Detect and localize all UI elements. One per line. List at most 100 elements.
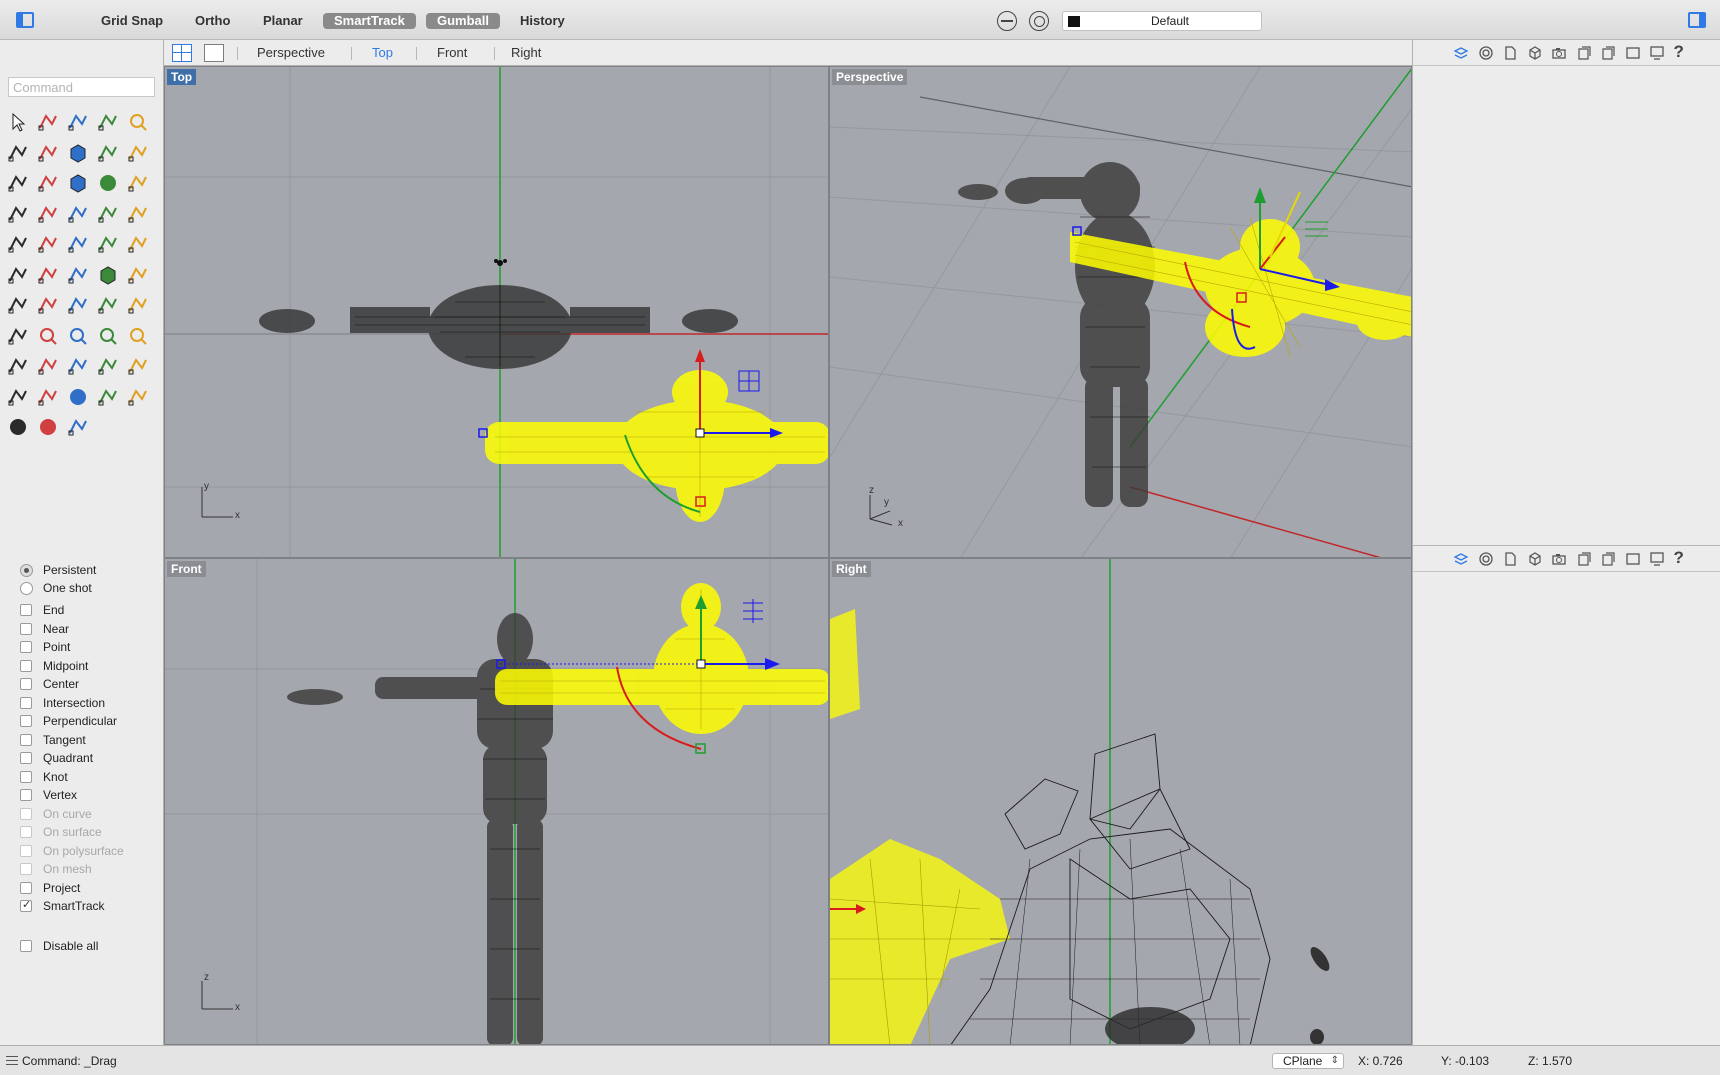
help-icon[interactable]: ? (1674, 548, 1684, 568)
cylinder-icon[interactable] (126, 171, 150, 195)
search-icon[interactable] (126, 324, 150, 348)
planar-toggle[interactable]: Planar (252, 13, 314, 29)
osnap-persistent-radio[interactable]: Persistent (20, 562, 96, 578)
grid-snap-toggle[interactable]: Grid Snap (90, 13, 174, 29)
render-icon[interactable] (1551, 45, 1567, 61)
point-icon[interactable] (36, 110, 60, 134)
rectangle-icon[interactable] (96, 110, 120, 134)
gumball-toggle[interactable]: Gumball (426, 13, 501, 29)
help-icon[interactable]: ? (1674, 42, 1684, 62)
render-icon[interactable] (1551, 551, 1567, 567)
texture-icon[interactable] (1576, 45, 1592, 61)
properties-icon[interactable] (1502, 45, 1518, 61)
cursor-color-icon[interactable] (36, 415, 60, 439)
display-icon[interactable] (1625, 551, 1641, 567)
zoom-icon[interactable] (36, 324, 60, 348)
display-icon[interactable] (1625, 45, 1641, 61)
cplane-select[interactable]: CPlane (1272, 1053, 1344, 1069)
smarttrack-toggle[interactable]: SmartTrack (323, 13, 416, 29)
toggle-left-sidebar-icon[interactable] (16, 12, 34, 28)
viewport-perspective[interactable]: Perspective z y x (829, 66, 1412, 558)
circle-icon[interactable] (126, 110, 150, 134)
polygon-icon[interactable] (96, 141, 120, 165)
tab-right[interactable]: Right (511, 45, 541, 60)
osnap-intersection-checkbox[interactable]: Intersection (20, 695, 105, 711)
boolean-icon[interactable] (6, 232, 30, 256)
osnap-near-checkbox[interactable]: Near (20, 621, 69, 637)
zoom-extents-icon[interactable] (96, 324, 120, 348)
trim-icon[interactable] (96, 202, 120, 226)
car-icon[interactable] (36, 354, 60, 378)
orient-icon[interactable] (66, 293, 90, 317)
document-icon[interactable] (1600, 45, 1616, 61)
rotate-view-icon[interactable] (6, 354, 30, 378)
sphere-icon[interactable] (96, 171, 120, 195)
osnap-smarttrack-checkbox[interactable]: SmartTrack (20, 898, 105, 914)
named-views-icon[interactable] (1649, 45, 1665, 61)
cube-icon[interactable] (96, 263, 120, 287)
transform-icon[interactable] (36, 293, 60, 317)
color-wheel-icon[interactable] (66, 385, 90, 409)
tab-top[interactable]: Top (372, 45, 393, 60)
osnap-disable-all-checkbox[interactable]: Disable all (20, 938, 98, 954)
materials-icon[interactable] (1478, 45, 1494, 61)
zoom-window-icon[interactable] (66, 324, 90, 348)
fillet-icon[interactable] (126, 141, 150, 165)
osnap-perpendicular-checkbox[interactable]: Perpendicular (20, 713, 117, 729)
osnap-target-icon[interactable] (1029, 11, 1049, 31)
layer-shape-icon[interactable] (36, 385, 60, 409)
lock-icon[interactable] (6, 385, 30, 409)
box-icon[interactable] (66, 171, 90, 195)
gear-icon[interactable] (36, 202, 60, 226)
tab-perspective[interactable]: Perspective (257, 45, 325, 60)
objects-icon[interactable] (1527, 551, 1543, 567)
ortho-toggle[interactable]: Ortho (184, 13, 241, 29)
align-icon[interactable] (126, 263, 150, 287)
dimension-icon[interactable] (6, 324, 30, 348)
grid-array-icon[interactable] (6, 293, 30, 317)
array-icon[interactable] (36, 263, 60, 287)
viewport-right[interactable]: Right (829, 558, 1412, 1045)
osnap-end-checkbox[interactable]: End (20, 602, 64, 618)
osnap-knot-checkbox[interactable]: Knot (20, 769, 68, 785)
curve-tool-icon[interactable] (96, 232, 120, 256)
group-icon[interactable] (36, 232, 60, 256)
osnap-point-checkbox[interactable]: Point (20, 639, 70, 655)
mesh-icon[interactable] (66, 354, 90, 378)
osnap-tangent-checkbox[interactable]: Tangent (20, 732, 86, 748)
viewport-right-label[interactable]: Right (832, 561, 871, 577)
osnap-one-shot-radio[interactable]: One shot (20, 580, 92, 596)
osnap-quadrant-checkbox[interactable]: Quadrant (20, 750, 93, 766)
history-toggle[interactable]: History (509, 13, 576, 29)
polyline-icon[interactable] (66, 110, 90, 134)
toggle-right-sidebar-icon[interactable] (1688, 12, 1706, 28)
single-view-layout-icon[interactable] (204, 44, 224, 62)
render-mesh-icon[interactable] (126, 385, 150, 409)
curve-icon[interactable] (6, 141, 30, 165)
layers-icon[interactable] (1453, 551, 1469, 567)
plane-icon[interactable] (6, 202, 30, 226)
arc-icon[interactable] (36, 141, 60, 165)
osnap-vertex-checkbox[interactable]: Vertex (20, 787, 77, 803)
surface-icon[interactable] (6, 171, 30, 195)
osnap-filter-icon[interactable] (997, 11, 1017, 31)
viewport-perspective-label[interactable]: Perspective (832, 69, 908, 85)
texture-icon[interactable] (1576, 551, 1592, 567)
analyze-icon[interactable] (66, 415, 90, 439)
objects-icon[interactable] (1527, 45, 1543, 61)
osnap-center-checkbox[interactable]: Center (20, 676, 79, 692)
annotate-icon[interactable] (96, 354, 120, 378)
viewport-top-label[interactable]: Top (167, 69, 197, 85)
mirror-icon[interactable] (66, 263, 90, 287)
display-mode-icon[interactable] (96, 385, 120, 409)
explode-icon[interactable] (66, 202, 90, 226)
materials-icon[interactable] (1478, 551, 1494, 567)
layers-icon[interactable] (1453, 45, 1469, 61)
command-input[interactable] (8, 77, 155, 97)
move-icon[interactable] (6, 263, 30, 287)
check-icon[interactable] (96, 293, 120, 317)
viewport-front[interactable]: Front z x (164, 558, 829, 1045)
osnap-midpoint-checkbox[interactable]: Midpoint (20, 658, 88, 674)
viewport-front-label[interactable]: Front (167, 561, 206, 577)
fillet-edge-icon[interactable] (66, 232, 90, 256)
